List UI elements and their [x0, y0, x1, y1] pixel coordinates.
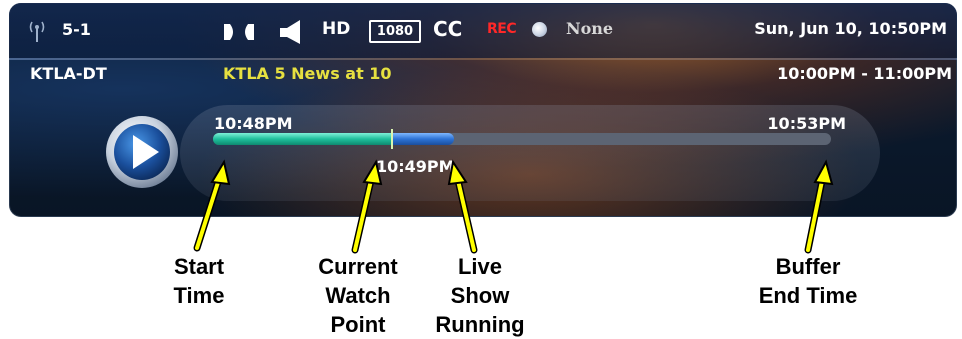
label-line: Live — [457, 254, 503, 279]
label-line: End Time — [758, 283, 858, 308]
label-line: Show — [450, 283, 510, 308]
screenshot-stage: 5-1 HD 1080 CC REC None Sun, Jun 10, 10:… — [0, 0, 962, 337]
label-line: Start — [173, 254, 225, 279]
start-time-arrow — [193, 159, 231, 252]
label-line: Watch — [325, 283, 391, 308]
buffer-end-arrow — [804, 159, 834, 254]
label-line: Current — [318, 254, 398, 279]
label-line: Buffer — [775, 254, 841, 279]
label-live-show-running: Live Show Running — [430, 252, 530, 339]
live-show-arrow — [447, 159, 478, 254]
label-start-time: Start Time — [164, 252, 234, 310]
watch-point-arrow — [351, 159, 383, 254]
label-buffer-end-time: Buffer End Time — [748, 252, 868, 310]
label-current-watch-point: Current Watch Point — [308, 252, 408, 339]
label-line: Time — [173, 283, 225, 308]
